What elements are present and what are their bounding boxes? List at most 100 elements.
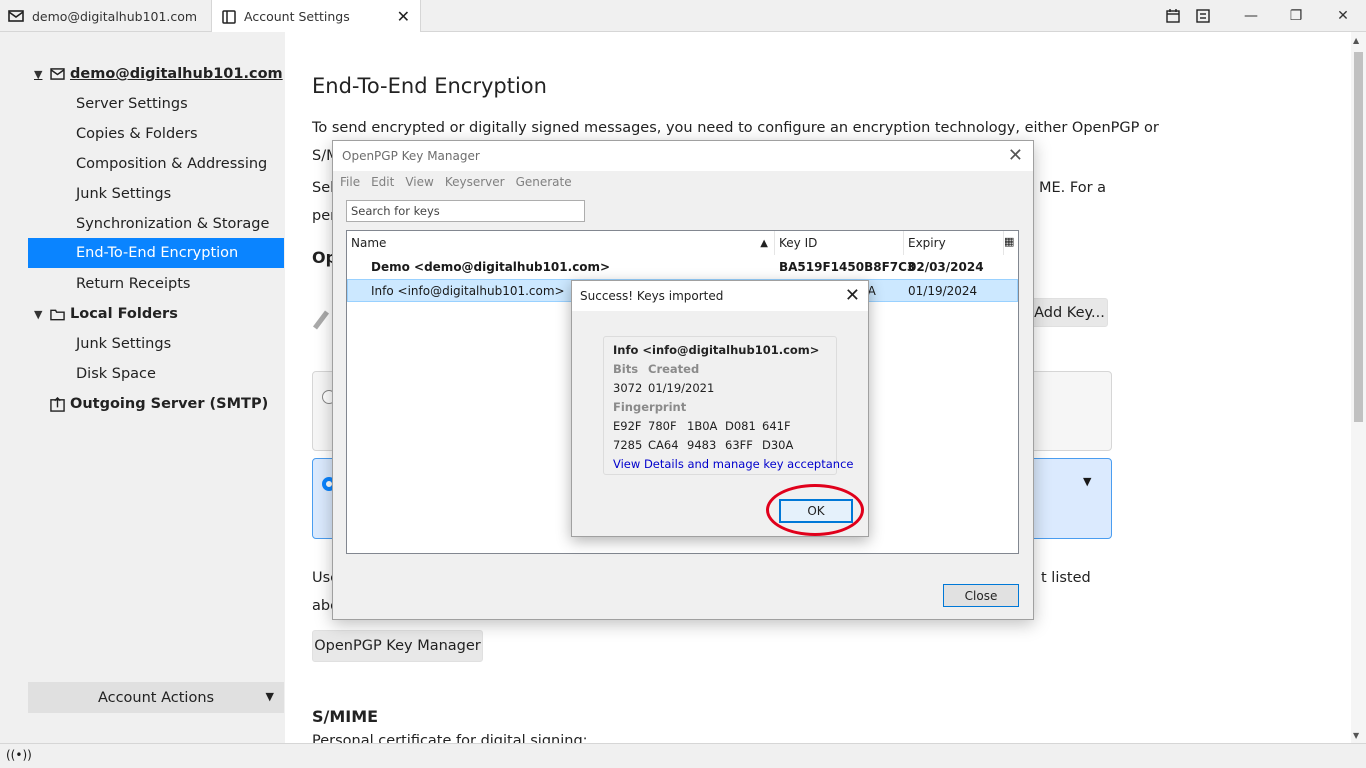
- tasks-icon[interactable]: [1192, 5, 1214, 27]
- column-picker-icon[interactable]: ▦: [1004, 235, 1014, 248]
- main-scrollbar[interactable]: ▲ ▼: [1351, 32, 1366, 743]
- select-text-left: Sel: [312, 180, 335, 196]
- status-bar: ((•)): [0, 743, 1366, 768]
- fingerprint-part: CA64: [648, 438, 679, 452]
- imported-key-info: Info <info@digitalhub101.com> Bits Creat…: [603, 336, 853, 475]
- close-icon[interactable]: ✕: [1008, 145, 1023, 166]
- tab-bar: demo@digitalhub101.com Account Settings …: [0, 0, 1366, 33]
- key-row-expiry: 01/19/2024: [908, 284, 978, 298]
- key-row-id: BA519F1450B8F7C3: [779, 260, 916, 274]
- key-search-input[interactable]: [346, 200, 585, 222]
- tab-close-icon[interactable]: ✕: [397, 7, 410, 26]
- select-text-right: ME. For a: [1039, 180, 1107, 196]
- sort-up-icon: ▲: [760, 237, 768, 249]
- fingerprint-part: 9483: [687, 438, 717, 452]
- sidebar-local-folders-label: Local Folders: [70, 306, 178, 322]
- fingerprint-part: 1B0A: [687, 419, 718, 433]
- close-icon[interactable]: ✕: [845, 285, 860, 306]
- column-header-expiry[interactable]: Expiry: [904, 231, 1004, 255]
- restore-button[interactable]: ❐: [1285, 5, 1307, 27]
- smime-heading: S/MIME: [312, 707, 379, 726]
- fingerprint-part: 7285: [613, 438, 643, 452]
- menu-file[interactable]: File: [340, 175, 360, 191]
- fingerprint-part: D081: [725, 419, 756, 433]
- key-manager-menubar: File Edit View Keyserver Generate: [340, 175, 572, 191]
- sidebar-item-sync-storage[interactable]: Synchronization & Storage: [76, 209, 269, 239]
- created-value: 01/19/2021: [648, 381, 715, 395]
- sidebar-item-junk-settings[interactable]: Junk Settings: [76, 179, 171, 209]
- column-expiry-label: Expiry: [908, 236, 946, 250]
- mail-icon: [8, 10, 24, 22]
- chevron-down-icon[interactable]: ▼: [1083, 475, 1091, 488]
- tab-mail[interactable]: demo@digitalhub101.com: [0, 0, 210, 32]
- key-manager-titlebar: OpenPGP Key Manager ✕: [333, 141, 1033, 171]
- sidebar-item-copies-folders[interactable]: Copies & Folders: [76, 119, 198, 149]
- sidebar-outgoing-server[interactable]: Outgoing Server (SMTP): [50, 389, 268, 419]
- ok-highlight-circle: [766, 484, 864, 536]
- view-details-link[interactable]: View Details and manage key acceptance: [613, 457, 853, 471]
- sidebar-item-server-settings[interactable]: Server Settings: [76, 89, 188, 119]
- folder-icon: [50, 309, 65, 320]
- fingerprint-part: 641F: [762, 419, 791, 433]
- calendar-icon[interactable]: [1162, 5, 1184, 27]
- intro-text-line-1: To send encrypted or digitally signed me…: [312, 120, 1159, 136]
- column-header-name[interactable]: Name ▲: [347, 231, 775, 255]
- sidebar-local-folders[interactable]: ▼ Local Folders: [34, 299, 178, 329]
- bits-label: Bits: [613, 362, 639, 376]
- column-key-id-label: Key ID: [779, 236, 818, 250]
- chevron-down-icon[interactable]: ▼: [34, 308, 50, 321]
- sidebar-account-label: demo@digitalhub101.com: [70, 66, 283, 82]
- smime-subtitle: Personal certificate for digital signing…: [312, 733, 588, 743]
- key-row-expiry: 02/03/2024: [908, 260, 984, 274]
- sidebar-item-disk-space[interactable]: Disk Space: [76, 359, 156, 389]
- sidebar-account[interactable]: ▼ demo@digitalhub101.com: [34, 59, 283, 89]
- account-actions-label: Account Actions: [97, 689, 215, 706]
- key-row-name: Info <info@digitalhub101.com>: [371, 284, 565, 298]
- online-status-icon[interactable]: ((•)): [6, 748, 32, 762]
- tab-account-settings[interactable]: Account Settings ✕: [211, 0, 421, 33]
- menu-keyserver[interactable]: Keyserver: [445, 175, 505, 191]
- tab-mail-label: demo@digitalhub101.com: [32, 8, 198, 24]
- openpgp-key-manager-button[interactable]: OpenPGP Key Manager: [312, 630, 483, 662]
- key-manager-title: OpenPGP Key Manager: [342, 149, 480, 163]
- sidebar-item-e2e-encryption[interactable]: End-To-End Encryption: [28, 238, 284, 268]
- menu-edit[interactable]: Edit: [371, 175, 394, 191]
- success-titlebar: Success! Keys imported ✕: [572, 281, 868, 311]
- account-actions-button[interactable]: Account Actions ▼: [28, 682, 284, 713]
- scroll-down-icon[interactable]: ▼: [1353, 731, 1359, 740]
- page-title: End-To-End Encryption: [312, 74, 547, 98]
- window-close-button[interactable]: ✕: [1332, 5, 1354, 27]
- key-row-name: Demo <demo@digitalhub101.com>: [371, 260, 611, 274]
- key-manager-close-button[interactable]: Close: [943, 584, 1019, 607]
- add-key-button[interactable]: Add Key...: [1031, 298, 1108, 327]
- sidebar-item-composition[interactable]: Composition & Addressing: [76, 149, 267, 179]
- fingerprint-part: 63FF: [725, 438, 753, 452]
- sidebar-outgoing-label: Outgoing Server (SMTP): [70, 396, 269, 412]
- tab-settings-label: Account Settings: [244, 9, 350, 24]
- outgoing-server-icon: [50, 396, 65, 412]
- column-name-label: Name: [351, 236, 387, 250]
- fingerprint-part: 780F: [648, 419, 677, 433]
- imported-key-name: Info <info@digitalhub101.com>: [613, 343, 820, 357]
- success-title: Success! Keys imported: [580, 289, 724, 303]
- settings-tab-icon: [222, 9, 236, 24]
- scroll-thumb[interactable]: [1354, 52, 1363, 422]
- menu-generate[interactable]: Generate: [516, 175, 572, 191]
- chevron-down-icon[interactable]: ▼: [34, 68, 50, 81]
- menu-view[interactable]: View: [405, 175, 433, 191]
- created-label: Created: [648, 362, 700, 376]
- use-text-right: t listed: [1041, 570, 1091, 586]
- fingerprint-part: E92F: [613, 419, 642, 433]
- sidebar-item-local-junk[interactable]: Junk Settings: [76, 329, 171, 359]
- sidebar-item-return-receipts[interactable]: Return Receipts: [76, 269, 190, 299]
- fingerprint-label: Fingerprint: [613, 400, 687, 414]
- mail-icon: [50, 68, 65, 80]
- chevron-down-icon: ▼: [265, 690, 274, 703]
- table-row[interactable]: Demo <demo@digitalhub101.com> BA519F1450…: [347, 256, 1018, 279]
- scroll-up-icon[interactable]: ▲: [1353, 36, 1359, 45]
- fingerprint-part: D30A: [762, 438, 794, 452]
- bits-value: 3072: [613, 381, 643, 395]
- account-sidebar: ▼ demo@digitalhub101.com Server Settings…: [0, 32, 285, 743]
- column-header-key-id[interactable]: Key ID: [775, 231, 904, 255]
- minimize-button[interactable]: —: [1240, 5, 1262, 27]
